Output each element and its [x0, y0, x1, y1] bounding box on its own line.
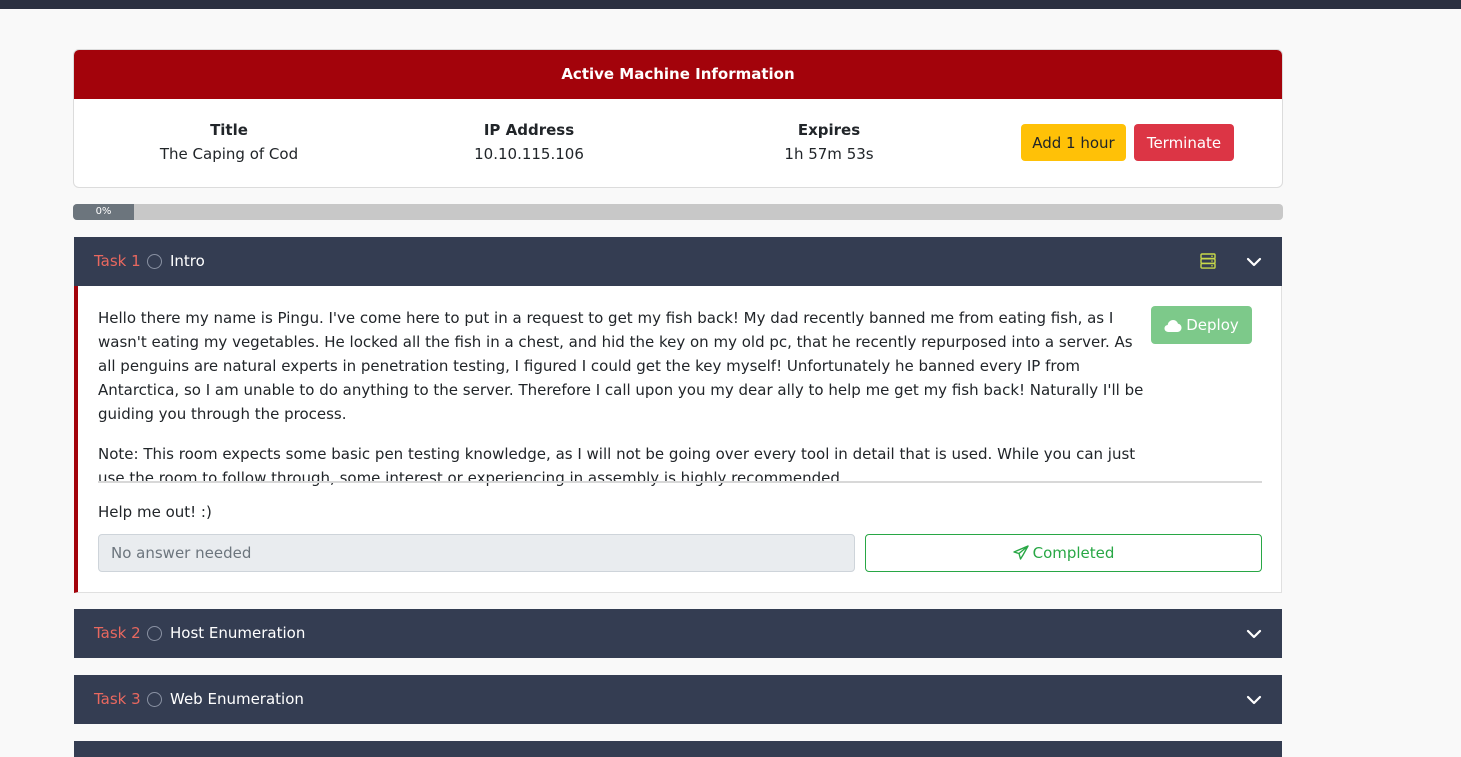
task-header-1[interactable]: Task 1 Intro [74, 237, 1282, 286]
question-text: Help me out! :) [98, 503, 212, 521]
task-status-circle-icon [147, 626, 162, 641]
task-status-circle-icon [147, 254, 162, 269]
task-header-4[interactable] [74, 741, 1282, 757]
task-header-2[interactable]: Task 2 Host Enumeration [74, 609, 1282, 658]
task-name: Web Enumeration [170, 690, 304, 708]
paper-plane-icon [1012, 545, 1029, 560]
task-description: Hello there my name is Pingu. I've come … [98, 306, 1148, 506]
machine-ip-label: IP Address [483, 121, 575, 139]
completed-label: Completed [1032, 544, 1115, 562]
add-hour-button[interactable]: Add 1 hour [1021, 124, 1126, 161]
task-status-circle-icon [147, 692, 162, 707]
divider [98, 481, 1262, 483]
task-number: Task 2 [94, 624, 141, 642]
machine-title-column: Title The Caping of Cod [79, 121, 379, 164]
deploy-button[interactable]: Deploy [1151, 306, 1252, 344]
task-body-1: Hello there my name is Pingu. I've come … [74, 286, 1282, 593]
deploy-label: Deploy [1186, 316, 1239, 334]
machine-expires-value: 1h 57m 53s [784, 145, 874, 163]
chevron-down-icon[interactable] [1246, 254, 1262, 270]
terminate-button[interactable]: Terminate [1134, 124, 1234, 161]
task-paragraph: Hello there my name is Pingu. I've come … [98, 309, 1144, 423]
machine-title-label: Title [210, 121, 248, 139]
active-machine-card: Active Machine Information Title The Cap… [73, 49, 1283, 188]
room-progress-bar: 0% [73, 204, 1283, 220]
task-number: Task 3 [94, 690, 141, 708]
task-name: Host Enumeration [170, 624, 306, 642]
machine-ip-column: IP Address 10.10.115.106 [379, 121, 679, 164]
cloud-icon [1164, 320, 1182, 332]
active-machine-header: Active Machine Information [74, 50, 1282, 99]
machine-expires-column: Expires 1h 57m 53s [679, 121, 979, 164]
completed-button[interactable]: Completed [865, 534, 1262, 572]
chevron-down-icon[interactable] [1246, 626, 1262, 642]
room-progress-fill: 0% [73, 204, 134, 220]
task-name: Intro [170, 252, 205, 270]
machine-ip-value: 10.10.115.106 [474, 145, 584, 163]
task-number: Task 1 [94, 252, 141, 270]
machine-title-value: The Caping of Cod [159, 145, 299, 163]
answer-input[interactable]: No answer needed [98, 534, 855, 572]
task-header-3[interactable]: Task 3 Web Enumeration [74, 675, 1282, 724]
machine-expires-label: Expires [797, 121, 861, 139]
chevron-down-icon[interactable] [1246, 692, 1262, 708]
server-icon[interactable] [1199, 252, 1217, 270]
active-machine-body: Title The Caping of Cod IP Address 10.10… [74, 99, 1282, 187]
top-navbar [0, 0, 1461, 9]
